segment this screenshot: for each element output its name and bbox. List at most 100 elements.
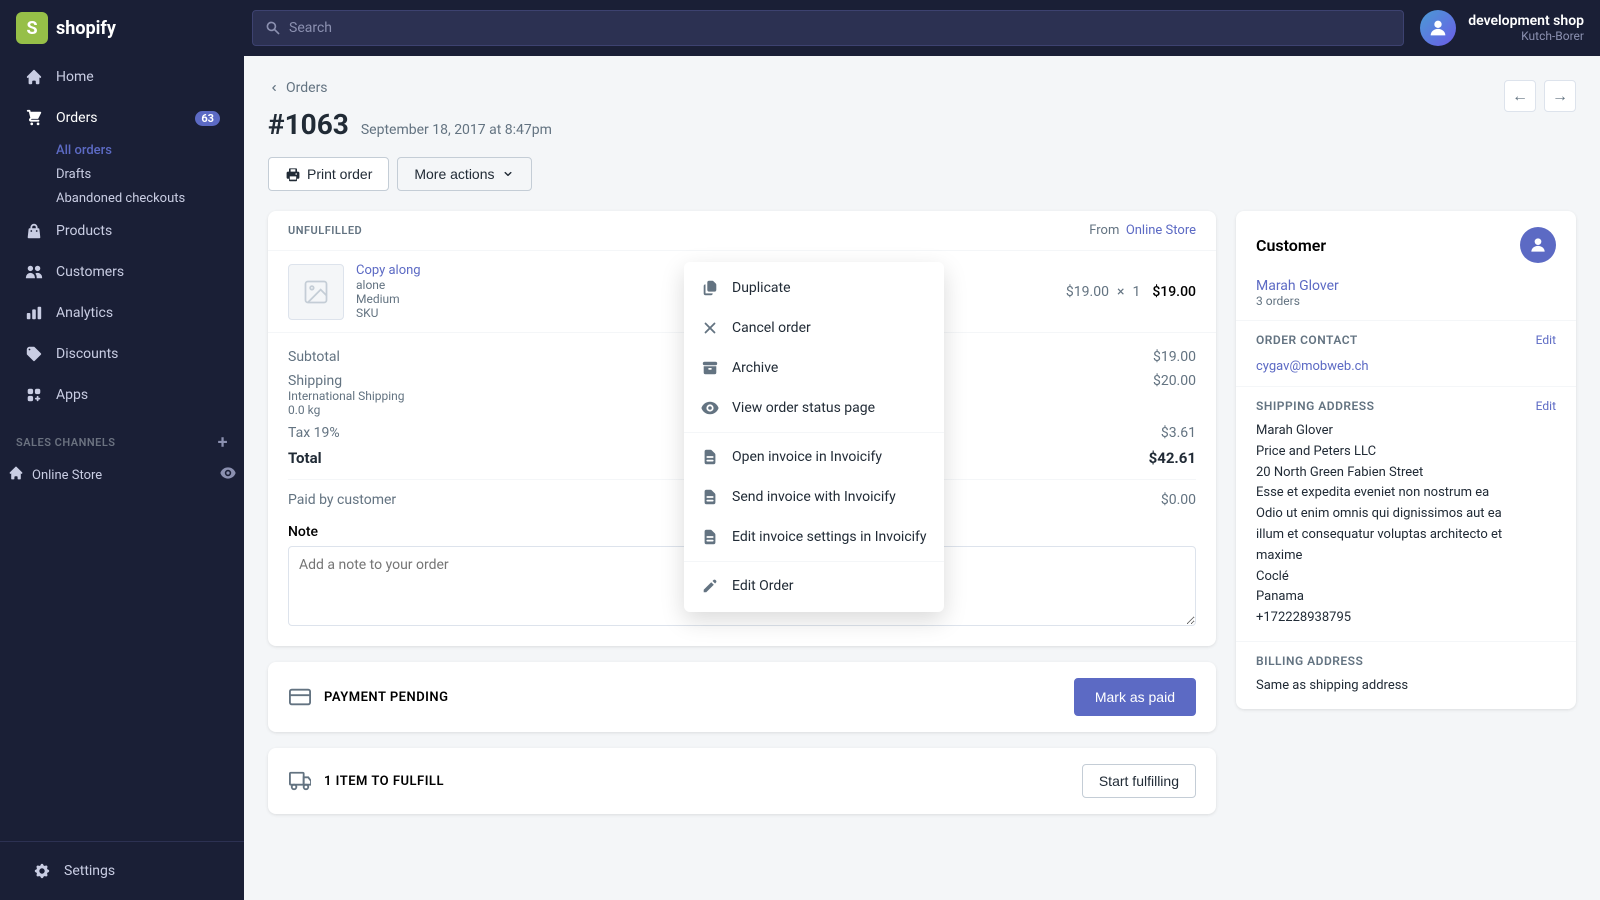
- main-content: Orders ← → #1063 September 18, 2017 at 8…: [244, 56, 1600, 900]
- payment-pending-card: PAYMENT PENDING Mark as paid: [268, 662, 1216, 732]
- view-status-label: View order status page: [732, 400, 875, 416]
- dropdown-item-archive[interactable]: Archive: [684, 348, 944, 388]
- shipping-address-section: SHIPPING ADDRESS Edit Marah Glover Price…: [1236, 386, 1576, 641]
- shipping-label: Shipping International Shipping 0.0 kg: [288, 373, 405, 417]
- contact-edit-link[interactable]: Edit: [1536, 333, 1556, 347]
- item-unit-price: $19.00: [1066, 284, 1109, 300]
- orders-icon: [24, 108, 44, 128]
- shipping-city: Coclé: [1256, 567, 1556, 588]
- duplicate-icon: [700, 278, 720, 298]
- settings-label: Settings: [64, 863, 115, 879]
- eye-icon[interactable]: [220, 465, 236, 485]
- sidebar-orders-label: Orders: [56, 110, 98, 126]
- apps-icon: [24, 385, 44, 405]
- dropdown-item-view-status[interactable]: View order status page: [684, 388, 944, 428]
- sidebar-nav: Home Orders 63 All orders Drafts Abandon…: [0, 56, 244, 493]
- more-actions-label: More actions: [414, 166, 494, 182]
- sidebar-item-analytics[interactable]: Analytics: [8, 293, 236, 333]
- order-contact-title: ORDER CONTACT Edit: [1256, 333, 1556, 347]
- sidebar-item-discounts[interactable]: Discounts: [8, 334, 236, 374]
- dropdown-item-duplicate[interactable]: Duplicate: [684, 268, 944, 308]
- item-total: $19.00: [1152, 284, 1196, 300]
- cancel-label: Cancel order: [732, 320, 811, 336]
- add-channel-icon[interactable]: +: [218, 432, 228, 453]
- sidebar: Home Orders 63 All orders Drafts Abandon…: [0, 56, 244, 900]
- back-arrow-icon: [268, 82, 280, 94]
- orders-badge: 63: [195, 111, 220, 126]
- sidebar-item-home[interactable]: Home: [8, 57, 236, 97]
- start-fulfilling-button[interactable]: Start fulfilling: [1082, 764, 1196, 798]
- tax-value: $3.61: [1161, 425, 1196, 441]
- sales-channels-section: Sales Channels +: [0, 416, 244, 457]
- shipping-phone: +172228938795: [1256, 608, 1556, 629]
- fulfill-banner: 1 ITEM TO FULFILL Start fulfilling: [268, 748, 1216, 814]
- edit-order-label: Edit Order: [732, 578, 794, 594]
- sidebar-home-label: Home: [56, 69, 94, 85]
- shipping-country: Panama: [1256, 587, 1556, 608]
- fulfill-card: 1 ITEM TO FULFILL Start fulfilling: [268, 748, 1216, 814]
- subtotal-value: $19.00: [1153, 349, 1196, 365]
- breadcrumb[interactable]: Orders: [268, 80, 1576, 96]
- home-icon: [24, 67, 44, 87]
- customer-email[interactable]: cygav@mobweb.ch: [1256, 359, 1369, 374]
- dropdown-item-open-invoice[interactable]: Open invoice in Invoicify: [684, 437, 944, 477]
- sidebar-sub-all-orders[interactable]: All orders: [8, 139, 236, 162]
- sidebar-sub-abandoned[interactable]: Abandoned checkouts: [8, 187, 236, 210]
- search-icon: [265, 20, 281, 36]
- duplicate-label: Duplicate: [732, 280, 791, 296]
- total-label: Total: [288, 449, 322, 467]
- sidebar-item-products[interactable]: Products: [8, 211, 236, 251]
- subtotal-label: Subtotal: [288, 349, 340, 365]
- online-store-icon: [8, 465, 24, 485]
- settings-icon: [32, 861, 52, 881]
- view-status-icon: [700, 398, 720, 418]
- billing-same: Same as shipping address: [1256, 676, 1556, 697]
- credit-card-icon: [288, 685, 312, 709]
- tax-label: Tax 19%: [288, 425, 340, 441]
- sidebar-sub-drafts[interactable]: Drafts: [8, 163, 236, 186]
- customer-card-header: Customer: [1236, 211, 1576, 275]
- image-placeholder-icon: [302, 278, 330, 306]
- source-link[interactable]: Online Store: [1126, 223, 1196, 238]
- shipping-line4: maxime: [1256, 546, 1556, 567]
- shipping-edit-link[interactable]: Edit: [1536, 399, 1556, 413]
- archive-label: Archive: [732, 360, 778, 376]
- nav-arrows: ← →: [1504, 80, 1576, 112]
- next-arrow[interactable]: →: [1544, 80, 1576, 112]
- dropdown-item-edit-order[interactable]: Edit Order: [684, 566, 944, 606]
- print-order-button[interactable]: Print order: [268, 157, 389, 191]
- products-icon: [24, 221, 44, 241]
- customer-name-link[interactable]: Marah Glover: [1256, 278, 1339, 294]
- edit-order-icon: [700, 576, 720, 596]
- fulfill-label: 1 ITEM TO FULFILL: [324, 774, 1070, 789]
- search-bar[interactable]: Search: [252, 10, 1404, 46]
- printer-icon: [285, 166, 301, 182]
- sidebar-item-settings[interactable]: Settings: [16, 851, 228, 891]
- dropdown-item-edit-invoice[interactable]: Edit invoice settings in Invoicify: [684, 517, 944, 557]
- analytics-icon: [24, 303, 44, 323]
- sidebar-discounts-label: Discounts: [56, 346, 118, 362]
- customer-avatar: [1520, 227, 1556, 263]
- shipping-company: Price and Peters LLC: [1256, 442, 1556, 463]
- shop-info: development shop Kutch-Borer: [1468, 13, 1584, 43]
- shop-sub: Kutch-Borer: [1468, 29, 1584, 43]
- open-invoice-label: Open invoice in Invoicify: [732, 449, 882, 465]
- mark-paid-button[interactable]: Mark as paid: [1074, 678, 1196, 716]
- sidebar-item-online-store[interactable]: Online Store: [0, 457, 244, 493]
- dropdown-divider-2: [684, 561, 944, 562]
- billing-address-section: BILLING ADDRESS Same as shipping address: [1236, 641, 1576, 709]
- dropdown-item-cancel[interactable]: Cancel order: [684, 308, 944, 348]
- prev-arrow[interactable]: ←: [1504, 80, 1536, 112]
- dropdown-item-send-invoice[interactable]: Send invoice with Invoicify: [684, 477, 944, 517]
- dropdown-divider: [684, 432, 944, 433]
- edit-invoice-label: Edit invoice settings in Invoicify: [732, 529, 927, 545]
- search-placeholder: Search: [289, 20, 332, 36]
- shipping-address: Marah Glover Price and Peters LLC 20 Nor…: [1256, 421, 1556, 629]
- sidebar-item-orders[interactable]: Orders 63: [8, 98, 236, 138]
- sidebar-item-customers[interactable]: Customers: [8, 252, 236, 292]
- truck-icon: [288, 769, 312, 793]
- shipping-name: Marah Glover: [1256, 421, 1556, 442]
- sidebar-item-apps[interactable]: Apps: [8, 375, 236, 415]
- more-actions-button[interactable]: More actions: [397, 157, 531, 191]
- topbar-right: development shop Kutch-Borer: [1420, 10, 1584, 46]
